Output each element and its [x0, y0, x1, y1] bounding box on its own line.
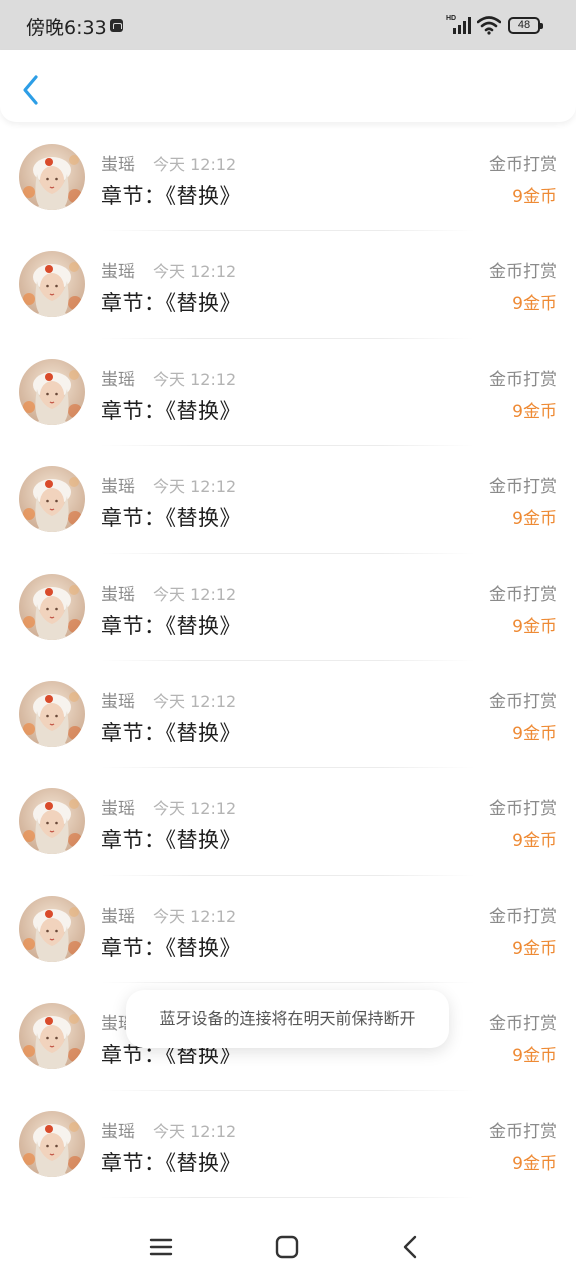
username: 蚩瑶 [101, 262, 135, 283]
chapter-title: 章节：《替换》 [101, 613, 241, 638]
reward-amount: 9金币 [512, 401, 557, 422]
reward-amount: 9金币 [512, 509, 557, 530]
reward-type: 金币打赏 [489, 1121, 557, 1142]
avatar[interactable] [19, 144, 85, 210]
chapter-title: 章节：《替换》 [101, 828, 241, 853]
avatar[interactable] [19, 1003, 85, 1070]
username: 蚩瑶 [101, 906, 135, 927]
avatar-image [19, 1003, 85, 1070]
timestamp: 今天 12:12 [153, 477, 237, 497]
avatar[interactable] [19, 251, 85, 318]
reward-type: 金币打赏 [489, 691, 557, 712]
list-item[interactable]: 蚩瑶 今天 12:12 章节：《替换》 金币打赏 9金币 [0, 446, 576, 554]
avatar-image [19, 144, 85, 210]
timestamp: 今天 12:12 [153, 1121, 237, 1141]
header [0, 50, 576, 122]
back-button[interactable] [14, 70, 50, 106]
list-item[interactable]: 蚩瑶 今天 12:12 章节：《替换》 金币打赏 9金币 [0, 1091, 576, 1198]
avatar[interactable] [19, 466, 85, 533]
home-icon [275, 1235, 299, 1259]
reward-type: 金币打赏 [489, 262, 557, 283]
reward-amount: 9金币 [512, 294, 557, 315]
notification-app-icon [110, 19, 123, 32]
wifi-icon [477, 16, 501, 35]
timestamp: 今天 12:12 [153, 691, 237, 711]
avatar-image [19, 573, 85, 640]
timestamp: 今天 12:12 [153, 369, 237, 389]
timestamp: 今天 12:12 [153, 906, 237, 926]
avatar-image [19, 895, 85, 962]
avatar[interactable] [19, 358, 85, 425]
back-icon [403, 1235, 417, 1259]
timestamp: 今天 12:12 [153, 155, 237, 174]
chapter-title: 章节：《替换》 [101, 291, 241, 316]
toast-message: 蓝牙设备的连接将在明天前保持断开 [126, 990, 449, 1048]
reward-type: 金币打赏 [489, 799, 557, 820]
timestamp: 今天 12:12 [153, 262, 237, 282]
reward-type: 金币打赏 [489, 477, 557, 498]
signal-icon [453, 17, 471, 34]
username: 蚩瑶 [101, 369, 135, 390]
reward-amount: 9金币 [512, 1046, 557, 1067]
reward-type: 金币打赏 [489, 369, 557, 390]
avatar[interactable] [19, 895, 85, 962]
list-item[interactable]: 蚩瑶 今天 12:12 章节：《替换》 金币打赏 9金币 [0, 339, 576, 447]
home-button[interactable] [272, 1232, 302, 1262]
chevron-left-icon [23, 75, 38, 105]
list-item[interactable]: 蚩瑶 今天 12:12 章节：《替换》 金币打赏 9金币 [0, 124, 576, 232]
list-item[interactable]: 蚩瑶 今天 12:12 章节：《替换》 金币打赏 9金币 [0, 231, 576, 339]
avatar[interactable] [19, 573, 85, 640]
reward-type: 金币打赏 [489, 1014, 557, 1035]
avatar-image [19, 466, 85, 533]
chapter-title: 章节：《替换》 [101, 184, 241, 208]
battery-indicator: 48 [508, 17, 543, 34]
username: 蚩瑶 [101, 1121, 135, 1142]
avatar[interactable] [19, 788, 85, 855]
list-item[interactable]: 蚩瑶 今天 12:12 章节：《替换》 金币打赏 9金币 [0, 554, 576, 661]
reward-amount: 9金币 [512, 187, 557, 207]
reward-type: 金币打赏 [489, 906, 557, 927]
avatar-image [19, 788, 85, 855]
avatar[interactable] [19, 680, 85, 747]
system-nav-bar [0, 1214, 576, 1280]
list-item[interactable]: 蚩瑶 今天 12:12 章节：《替换》 金币打赏 9金币 [0, 661, 576, 769]
reward-amount: 9金币 [512, 831, 557, 852]
chapter-title: 章节：《替换》 [101, 398, 241, 423]
reward-amount: 9金币 [512, 723, 557, 744]
avatar[interactable] [19, 1110, 85, 1177]
chapter-title: 章节：《替换》 [101, 506, 241, 531]
avatar-image [19, 1110, 85, 1177]
reward-amount: 9金币 [512, 616, 557, 637]
list-item[interactable]: 蚩瑶 今天 12:12 章节：《替换》 金币打赏 9金币 [0, 768, 576, 876]
chapter-title: 章节：《替换》 [101, 935, 241, 960]
username: 蚩瑶 [101, 477, 135, 498]
menu-icon [149, 1238, 173, 1256]
username: 蚩瑶 [101, 155, 135, 175]
reward-amount: 9金币 [512, 1153, 557, 1174]
avatar-image [19, 251, 85, 318]
reward-type: 金币打赏 [489, 155, 557, 175]
status-bar: 傍晚6:33 HD 48 [0, 0, 576, 50]
list-item[interactable]: 蚩瑶 今天 12:12 章节：《替换》 金币打赏 9金币 [0, 876, 576, 984]
chapter-title: 章节：《替换》 [101, 720, 241, 745]
reward-amount: 9金币 [512, 938, 557, 959]
username: 蚩瑶 [101, 799, 135, 820]
avatar-image [19, 680, 85, 747]
reward-type: 金币打赏 [489, 584, 557, 605]
menu-button[interactable] [146, 1232, 176, 1262]
system-back-button[interactable] [396, 1232, 426, 1262]
username: 蚩瑶 [101, 691, 135, 712]
avatar-image [19, 358, 85, 425]
timestamp: 今天 12:12 [153, 584, 237, 604]
divider [101, 1196, 475, 1198]
username: 蚩瑶 [101, 584, 135, 605]
status-time: 傍晚6:33 [26, 17, 107, 39]
chapter-title: 章节：《替换》 [101, 1150, 241, 1175]
timestamp: 今天 12:12 [153, 799, 237, 819]
